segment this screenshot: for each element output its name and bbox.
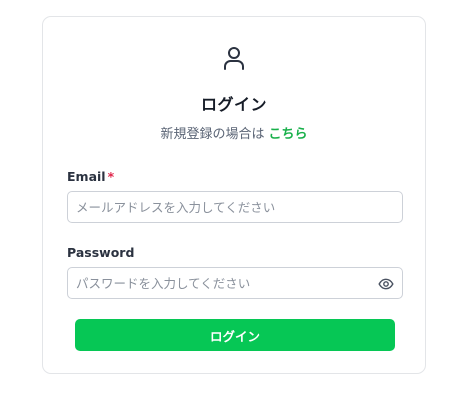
signup-prompt: 新規登録の場合は こちら bbox=[43, 123, 425, 142]
required-mark: * bbox=[107, 169, 115, 184]
password-label-text: Password bbox=[67, 245, 135, 260]
password-field[interactable] bbox=[68, 268, 402, 298]
signup-prompt-text: 新規登録の場合は bbox=[160, 127, 265, 142]
page-title: ログイン bbox=[200, 95, 267, 114]
password-field-box bbox=[67, 267, 403, 299]
email-field-box bbox=[67, 191, 403, 223]
signup-link[interactable]: こちら bbox=[269, 127, 308, 142]
login-button[interactable]: ログイン bbox=[75, 319, 395, 351]
eye-icon[interactable] bbox=[378, 276, 394, 292]
login-card: ログイン 新規登録の場合はこちら Email* Password ログイン bbox=[42, 16, 426, 374]
user-icon bbox=[224, 47, 244, 70]
password-label: Password bbox=[67, 245, 134, 260]
email-label-text: Email bbox=[67, 169, 106, 184]
email-label: Email * bbox=[67, 169, 114, 184]
email-field[interactable] bbox=[68, 192, 402, 222]
